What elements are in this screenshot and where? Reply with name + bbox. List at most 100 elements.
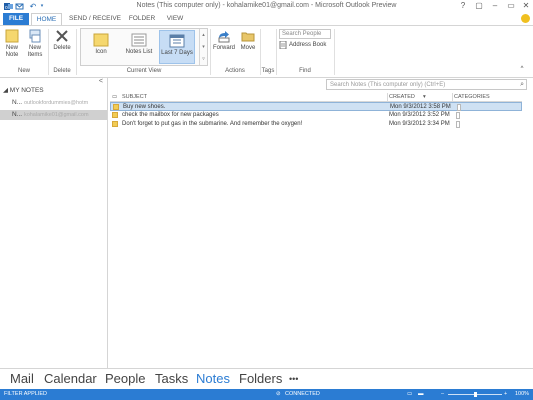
- normal-view-icon[interactable]: ▭: [407, 389, 412, 400]
- view-icon-label: Icon: [95, 49, 107, 55]
- view-icon-option[interactable]: Icon: [83, 30, 119, 64]
- column-header-created[interactable]: CREATED: [389, 94, 415, 100]
- feedback-smiley-icon[interactable]: [521, 14, 530, 23]
- connection-status: CONNECTED: [285, 391, 320, 397]
- table-row[interactable]: Buy new shoes. Mon 9/3/2012 3:58 PM: [110, 102, 522, 111]
- forward-label: Forward: [212, 45, 235, 51]
- group-separator: [76, 29, 77, 75]
- search-people-input[interactable]: Search People: [279, 29, 331, 39]
- gallery-scroll[interactable]: ▴ ▾ ▿: [199, 29, 207, 65]
- folder-item-notes-hotmail[interactable]: N... outlookfordummies@hotm: [0, 98, 107, 108]
- tab-home[interactable]: HOME: [31, 13, 62, 25]
- bottom-navigation: Mail Calendar People Tasks Notes Folders…: [0, 368, 533, 389]
- delete-button[interactable]: Delete: [51, 29, 73, 52]
- zoom-in-icon[interactable]: +: [504, 389, 507, 400]
- folder-name: N...: [12, 111, 23, 118]
- view-last-7-days-option[interactable]: Last 7 Days: [159, 30, 195, 64]
- sticky-note-icon: [93, 33, 109, 47]
- group-label-actions: Actions: [225, 68, 245, 74]
- row-subject: check the mailbox for new packages: [122, 112, 219, 118]
- folder-item-notes-gmail[interactable]: N... kohalamike01@gmail.com: [0, 110, 107, 120]
- table-header: ▭ SUBJECT CREATED ▾ CATEGORIES: [110, 93, 522, 102]
- category-box[interactable]: [456, 112, 460, 119]
- group-separator: [334, 29, 335, 75]
- category-box[interactable]: [457, 104, 461, 111]
- new-note-label: New Note: [5, 45, 19, 58]
- title-bar: o ↶ ▾ Notes (This computer only) - kohal…: [0, 0, 533, 12]
- group-label-current-view: Current View: [126, 68, 162, 74]
- category-box[interactable]: [456, 121, 460, 128]
- move-folder-icon: [241, 32, 255, 42]
- tab-send-receive[interactable]: SEND / RECEIVE: [68, 13, 122, 25]
- collapse-ribbon-button[interactable]: ^: [518, 66, 526, 73]
- current-view-gallery: Icon Notes List Last 7 Days ▴ ▾ ▿: [80, 28, 208, 66]
- search-placeholder: Search Notes (This computer only) (Ctrl+…: [330, 82, 446, 88]
- notes-table: ▭ SUBJECT CREATED ▾ CATEGORIES Buy new s…: [110, 93, 522, 129]
- nav-folders[interactable]: Folders: [239, 371, 282, 387]
- note-type-icon-column[interactable]: ▭: [112, 94, 117, 100]
- nav-calendar[interactable]: Calendar: [44, 371, 97, 387]
- nav-people[interactable]: People: [105, 371, 145, 387]
- table-row[interactable]: Don't forget to put gas in the submarine…: [110, 120, 522, 129]
- group-label-new: New: [17, 68, 30, 74]
- view-notes-list-option[interactable]: Notes List: [121, 30, 157, 64]
- forward-button[interactable]: Forward: [212, 29, 236, 52]
- folder-account: kohalamike01@gmail.com: [23, 112, 89, 118]
- tab-view[interactable]: VIEW: [163, 13, 187, 25]
- ribbon: New Note New Items New Delete Delete Ico…: [0, 25, 533, 78]
- nav-more-button[interactable]: •••: [289, 371, 298, 387]
- row-subject: Don't forget to put gas in the submarine…: [122, 121, 303, 127]
- ribbon-tabs: FILE HOME SEND / RECEIVE FOLDER VIEW: [0, 13, 533, 25]
- ribbon-display-options-button[interactable]: ▢: [471, 0, 487, 12]
- new-items-button[interactable]: New Items: [24, 29, 46, 59]
- tab-file[interactable]: FILE: [3, 13, 29, 25]
- group-separator: [210, 29, 211, 75]
- folder-name: N...: [12, 99, 23, 106]
- new-items-icon: [29, 29, 41, 43]
- delete-label: Delete: [53, 45, 71, 51]
- group-separator: [276, 29, 277, 75]
- note-icon: [113, 104, 119, 110]
- nav-notes[interactable]: Notes: [196, 371, 230, 387]
- column-header-subject[interactable]: SUBJECT: [122, 94, 147, 100]
- group-label-delete: Delete: [53, 68, 71, 74]
- address-book-icon: [279, 41, 287, 49]
- move-button[interactable]: Move: [237, 29, 259, 52]
- reading-view-icon[interactable]: ▬: [418, 389, 424, 400]
- restore-button[interactable]: ▭: [503, 0, 519, 12]
- row-created: Mon 9/3/2012 3:34 PM: [389, 121, 450, 127]
- view-last-7-days-label: Last 7 Days: [161, 50, 193, 56]
- row-created: Mon 9/3/2012 3:52 PM: [389, 112, 450, 118]
- zoom-slider-handle[interactable]: [474, 392, 477, 397]
- status-bar: FILTER APPLIED ⊘ CONNECTED ▭ ▬ – + 100%: [0, 389, 533, 400]
- folder-account: outlookfordummies@hotm: [23, 100, 89, 106]
- tab-folder[interactable]: FOLDER: [127, 13, 157, 25]
- new-items-label: New Items: [27, 45, 43, 58]
- search-icon[interactable]: ⌕: [520, 80, 524, 90]
- zoom-out-icon[interactable]: –: [441, 389, 444, 400]
- filter-status: FILTER APPLIED: [4, 391, 47, 397]
- address-book-button[interactable]: Address Book: [279, 41, 334, 49]
- new-note-button[interactable]: New Note: [2, 29, 22, 59]
- help-button[interactable]: ?: [455, 0, 471, 12]
- folder-pane: < ◢ MY NOTES N... outlookfordummies@hotm…: [0, 78, 108, 368]
- column-divider: [452, 93, 453, 102]
- my-notes-header[interactable]: ◢ MY NOTES: [3, 86, 44, 94]
- minimize-button[interactable]: –: [487, 0, 503, 12]
- calendar-icon: [169, 34, 185, 48]
- connection-icon: ⊘: [276, 391, 281, 397]
- view-notes-list-label: Notes List: [125, 49, 153, 55]
- collapse-folder-pane-button[interactable]: <: [99, 78, 103, 85]
- zoom-level[interactable]: 100%: [515, 389, 529, 400]
- close-button[interactable]: ✕: [518, 0, 533, 12]
- column-header-categories[interactable]: CATEGORIES: [454, 94, 490, 100]
- forward-arrow-icon: [218, 31, 230, 43]
- group-label-tags: Tags: [261, 68, 275, 74]
- search-notes-input[interactable]: Search Notes (This computer only) (Ctrl+…: [326, 79, 527, 90]
- nav-tasks[interactable]: Tasks: [155, 371, 188, 387]
- nav-mail[interactable]: Mail: [10, 371, 34, 387]
- note-icon: [112, 112, 118, 118]
- address-book-label: Address Book: [289, 41, 327, 48]
- notes-list-icon: [131, 33, 147, 47]
- table-row[interactable]: check the mailbox for new packages Mon 9…: [110, 111, 522, 120]
